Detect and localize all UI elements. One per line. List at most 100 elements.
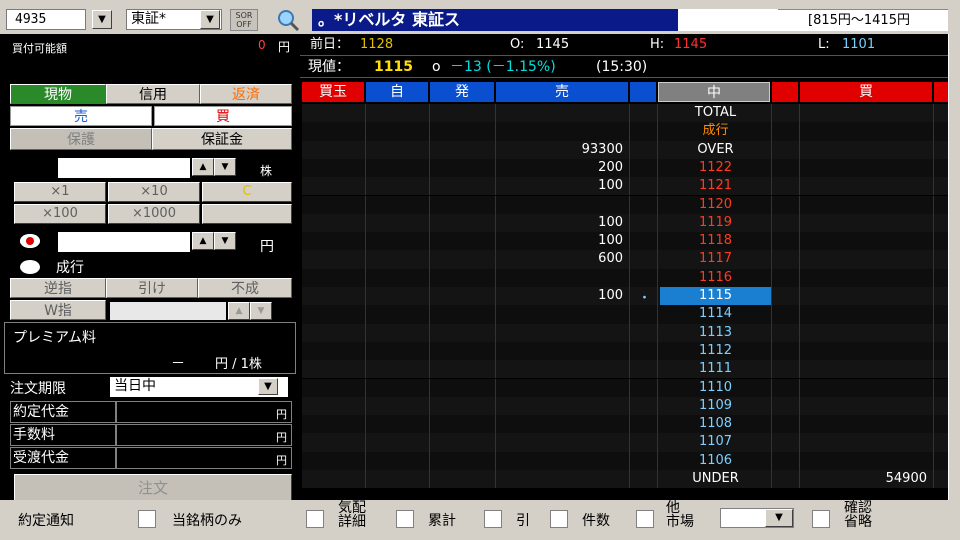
sor-label: SOR OFF (235, 11, 253, 29)
table-row[interactable]: 1111 (302, 360, 950, 379)
mult-x100-button[interactable]: ×100 (14, 204, 106, 224)
quantity-down-button[interactable]: ▼ (214, 158, 236, 176)
price-cell[interactable]: 1119 (660, 213, 772, 233)
price-cell[interactable]: TOTAL (660, 104, 772, 123)
price-up-button[interactable]: ▲ (192, 232, 214, 250)
empty-cell (304, 213, 366, 233)
empty-cell (432, 305, 496, 324)
hogo-tab[interactable]: 保護 (10, 128, 152, 150)
table-row[interactable]: 1107 (302, 433, 950, 452)
price-cell[interactable]: 1114 (660, 305, 772, 324)
table-row[interactable]: 1112 (302, 341, 950, 361)
table-row[interactable]: 100 1119 (302, 213, 950, 233)
header-price[interactable]: 中 (658, 82, 770, 102)
stop-order-button[interactable]: 逆指 (10, 278, 106, 298)
clear-button[interactable]: C (202, 182, 292, 202)
prev-close-label: 前日： (310, 37, 350, 52)
price-cell[interactable]: 1112 (660, 341, 772, 361)
empty-cell (774, 415, 800, 434)
table-row[interactable]: 1114 (302, 305, 950, 324)
code-dropdown-button[interactable]: ▼ (92, 10, 112, 29)
table-row[interactable]: UNDER 54900 (302, 470, 950, 489)
detail-checkbox[interactable] (306, 510, 324, 528)
price-cell[interactable]: 1108 (660, 415, 772, 434)
tab-genbutsu[interactable]: 現物 (10, 84, 106, 104)
count-checkbox[interactable] (550, 510, 568, 528)
mult-x1-button[interactable]: ×1 (14, 182, 106, 202)
price-cell[interactable]: 1120 (660, 195, 772, 214)
w-down-button[interactable]: ▼ (250, 302, 272, 320)
empty-cell (304, 451, 366, 470)
hoshoukin-tab[interactable]: 保証金 (152, 128, 292, 150)
table-row[interactable]: 成行 (302, 122, 950, 141)
price-cell[interactable]: 1121 (660, 177, 772, 196)
table-row[interactable]: 1108 (302, 415, 950, 434)
price-cell[interactable]: 1113 (660, 323, 772, 342)
cumulative-checkbox[interactable] (396, 510, 414, 528)
w-order-button[interactable]: W指 (10, 300, 106, 320)
mult-empty-button[interactable] (202, 204, 292, 224)
table-row[interactable]: 1113 (302, 323, 950, 342)
quantity-input[interactable] (58, 158, 190, 178)
period-dropdown-button[interactable]: ▼ (258, 378, 278, 395)
price-cell[interactable]: 1116 (660, 268, 772, 287)
other-market-dropdown-button[interactable]: ▼ (765, 509, 793, 527)
other-market-checkbox[interactable] (636, 510, 654, 528)
price-cell[interactable]: 1117 (660, 250, 772, 269)
w-price-input[interactable] (110, 302, 226, 320)
tab-hensai[interactable]: 返済 (200, 84, 292, 104)
confirm-skip-checkbox[interactable] (812, 510, 830, 528)
market-order-radio[interactable] (20, 260, 40, 274)
sor-toggle-button[interactable]: SOR OFF (230, 9, 258, 31)
table-row[interactable]: TOTAL (302, 104, 950, 123)
price-cell[interactable]: 1109 (660, 396, 772, 416)
table-row[interactable]: 1120 (302, 195, 950, 214)
table-row[interactable]: 100 1118 (302, 232, 950, 251)
sell-size: 200 (498, 158, 630, 178)
table-row[interactable]: 1116 (302, 268, 950, 287)
buy-button[interactable]: 買 (154, 106, 292, 126)
tab-shinyou[interactable]: 信用 (106, 84, 200, 104)
price-input[interactable] (58, 232, 190, 252)
other-market-select[interactable]: ▼ (720, 508, 794, 528)
price-down-button[interactable]: ▼ (214, 232, 236, 250)
stock-code-input[interactable]: 4935 (6, 9, 86, 30)
price-cell[interactable]: 1118 (660, 232, 772, 251)
table-row[interactable]: 1109 (302, 396, 950, 416)
price-cell[interactable]: 1107 (660, 433, 772, 452)
mult-x1000-button[interactable]: ×1000 (108, 204, 200, 224)
stock-name-title: 。*リベルタ 東証ス (312, 9, 678, 31)
table-row[interactable]: 100 1121 (302, 177, 950, 196)
price-cell[interactable]: 1106 (660, 451, 772, 470)
table-row[interactable]: 93300 OVER (302, 140, 950, 159)
pull-checkbox[interactable] (484, 510, 502, 528)
limit-price-radio[interactable] (20, 234, 40, 248)
table-row[interactable]: 600 1117 (302, 250, 950, 269)
only-this-stock-checkbox[interactable] (138, 510, 156, 528)
market-value: 東証* (131, 11, 166, 27)
close-order-button[interactable]: 引け (106, 278, 198, 298)
w-up-button[interactable]: ▲ (228, 302, 250, 320)
vertical-scrollbar[interactable] (948, 34, 960, 500)
table-row[interactable]: 200 1122 (302, 158, 950, 178)
table-row[interactable]: 1110 (302, 378, 950, 397)
price-cell[interactable]: 1115 (660, 287, 772, 306)
empty-cell (368, 158, 430, 178)
price-cell[interactable]: UNDER (660, 470, 772, 489)
price-cell[interactable]: 成行 (660, 122, 772, 141)
price-cell[interactable]: 1110 (660, 378, 772, 397)
submit-order-button[interactable]: 注文 (14, 474, 292, 502)
market-dropdown-button[interactable]: ▼ (200, 10, 220, 29)
empty-cell (432, 104, 496, 123)
price-cell[interactable]: 1111 (660, 360, 772, 379)
price-cell[interactable]: 1122 (660, 158, 772, 178)
quantity-up-button[interactable]: ▲ (192, 158, 214, 176)
mult-x10-button[interactable]: ×10 (108, 182, 200, 202)
empty-cell (368, 305, 430, 324)
price-cell[interactable]: OVER (660, 140, 772, 159)
funari-button[interactable]: 不成 (198, 278, 292, 298)
sell-button[interactable]: 売 (10, 106, 152, 126)
table-row[interactable]: 1106 (302, 451, 950, 470)
search-icon[interactable] (276, 8, 300, 32)
table-row[interactable]: 100 ・ 1115 (302, 287, 950, 306)
